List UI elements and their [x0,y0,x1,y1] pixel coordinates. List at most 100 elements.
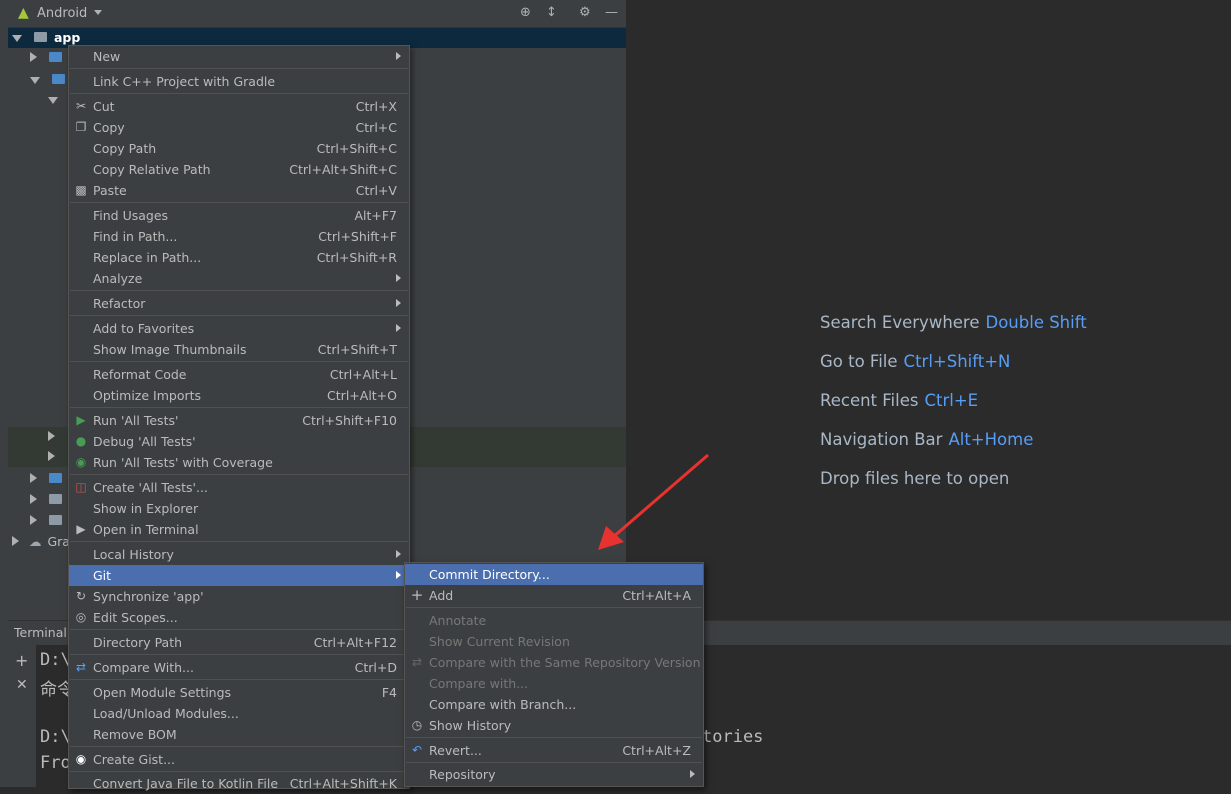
menu-separator [70,629,408,630]
menu-shortcut: Ctrl+Shift+T [317,342,397,357]
menu-shortcut: Ctrl+C [355,120,397,135]
menu-item-label: Run 'All Tests' [93,413,179,428]
expand-arrow-icon[interactable] [30,77,40,84]
expand-arrow-icon[interactable] [30,515,37,525]
menu-item-replace-in-path[interactable]: Replace in Path... Ctrl+Shift+R [69,247,409,268]
menu-item-create-all-tests[interactable]: ◫ Create 'All Tests'... [69,477,409,498]
menu-item-convert-to-kotlin[interactable]: Convert Java File to Kotlin File Ctrl+Alt… [69,773,409,794]
tree-node-label: app [53,30,81,45]
menu-item-git[interactable]: Git [69,565,409,586]
minimize-icon[interactable]: — [605,5,618,20]
menu-item-create-gist[interactable]: ◉ Create Gist... [69,749,409,770]
submenu-arrow-icon [396,571,401,579]
expand-arrow-icon[interactable] [30,52,37,62]
menu-item-cut[interactable]: ✂ Cut Ctrl+X [69,96,409,117]
tree-node[interactable] [48,447,55,467]
copy-icon: ❐ [75,120,87,134]
menu-item-copy[interactable]: ❐ Copy Ctrl+C [69,117,409,138]
menu-separator [70,541,408,542]
menu-item-reformat-code[interactable]: Reformat Code Ctrl+Alt+L [69,364,409,385]
locate-icon[interactable]: ⊕ [520,5,531,20]
chevron-down-icon[interactable] [94,10,102,15]
menu-item-run-all-tests[interactable]: ▶ Run 'All Tests' Ctrl+Shift+F10 [69,410,409,431]
menu-item-run-with-coverage[interactable]: ◉ Run 'All Tests' with Coverage [69,452,409,473]
expand-arrow-icon[interactable] [12,35,22,42]
menu-item-edit-scopes[interactable]: ◎ Edit Scopes... [69,607,409,628]
expand-arrow-icon[interactable] [30,494,37,504]
terminal-title[interactable]: Terminal [14,625,67,640]
menu-item-add-to-favorites[interactable]: Add to Favorites [69,318,409,339]
new-session-icon[interactable]: + [15,651,28,670]
terminal-icon: ▶ [76,522,86,536]
menu-item-load-unload-modules[interactable]: Load/Unload Modules... [69,703,409,724]
expand-arrow-icon[interactable] [48,431,55,441]
menu-item-show-history[interactable]: ◷ Show History [405,715,703,736]
tree-node-label: Gra [47,534,70,549]
menu-item-label: Find Usages [93,208,169,223]
scope-icon: ◎ [75,610,87,624]
menu-item-label: Synchronize 'app' [93,589,204,604]
compare-icon: ⇄ [75,660,87,674]
menu-item-refactor[interactable]: Refactor [69,293,409,314]
menu-item-label: Add [429,588,454,603]
tree-node-gradle[interactable]: ☁ Gra [12,532,70,552]
expand-arrow-icon[interactable] [30,473,37,483]
menu-item-find-in-path[interactable]: Find in Path... Ctrl+Shift+F [69,226,409,247]
menu-item-analyze[interactable]: Analyze [69,268,409,289]
menu-item-copy-path[interactable]: Copy Path Ctrl+Shift+C [69,138,409,159]
expand-arrow-icon[interactable] [48,97,58,104]
menu-item-debug-all-tests[interactable]: ● Debug 'All Tests' [69,431,409,452]
close-session-icon[interactable]: ✕ [16,677,28,693]
menu-item-label: Paste [93,183,127,198]
menu-item-copy-relative-path[interactable]: Copy Relative Path Ctrl+Alt+Shift+C [69,159,409,180]
menu-item-paste[interactable]: ▩ Paste Ctrl+V [69,180,409,201]
menu-item-label: New [93,49,121,64]
menu-separator [70,290,408,291]
compare-icon: ⇄ [411,655,423,669]
menu-shortcut: Ctrl+Alt+Z [622,743,691,758]
tip-shortcut: Ctrl+E [924,391,979,410]
menu-item-add[interactable]: + Add Ctrl+Alt+A [405,585,703,606]
menu-item-remove-bom[interactable]: Remove BOM [69,724,409,745]
menu-item-compare-with[interactable]: ⇄ Compare With... Ctrl+D [69,657,409,678]
menu-item-local-history[interactable]: Local History [69,544,409,565]
menu-item-link-cpp[interactable]: Link C++ Project with Gradle [69,71,409,92]
expand-arrow-icon[interactable] [12,536,19,546]
menu-item-open-in-terminal[interactable]: ▶ Open in Terminal [69,519,409,540]
create-test-icon: ◫ [75,480,87,494]
menu-separator [70,746,408,747]
tip-text: Go to File [820,352,898,371]
menu-item-label: Link C++ Project with Gradle [93,74,276,89]
menu-item-repository[interactable]: Repository [405,764,703,785]
expand-arrow-icon[interactable] [48,451,55,461]
view-selector[interactable]: Android [37,6,87,21]
menu-item-revert[interactable]: ↶ Revert... Ctrl+Alt+Z [405,740,703,761]
tip-drop-files: Drop files here to open [820,469,1009,488]
menu-item-label: Create Gist... [93,752,176,767]
tip-go-to-file: Go to File Ctrl+Shift+N [820,352,1010,371]
menu-shortcut: Ctrl+Alt+A [622,588,691,603]
menu-separator [406,607,702,608]
menu-shortcut: Ctrl+Shift+F10 [302,413,397,428]
collapse-icon[interactable]: ↕ [546,5,557,20]
menu-item-label: Directory Path [93,635,183,650]
menu-separator [70,361,408,362]
menu-item-label: Reformat Code [93,367,187,382]
menu-item-find-usages[interactable]: Find Usages Alt+F7 [69,205,409,226]
menu-item-new[interactable]: New [69,46,409,67]
sync-icon: ↻ [75,589,87,603]
annotation-arrow-icon [598,453,709,550]
menu-item-label: Optimize Imports [93,388,202,403]
menu-item-show-image-thumbnails[interactable]: Show Image Thumbnails Ctrl+Shift+T [69,339,409,360]
tree-node[interactable] [48,90,58,110]
scissors-icon: ✂ [75,99,87,113]
menu-item-directory-path[interactable]: Directory Path Ctrl+Alt+F12 [69,632,409,653]
menu-item-synchronize[interactable]: ↻ Synchronize 'app' [69,586,409,607]
menu-item-open-module-settings[interactable]: Open Module Settings F4 [69,682,409,703]
menu-item-compare-with-branch[interactable]: Compare with Branch... [405,694,703,715]
gear-icon[interactable]: ⚙ [579,5,591,20]
menu-item-optimize-imports[interactable]: Optimize Imports Ctrl+Alt+O [69,385,409,406]
tree-node[interactable] [48,427,55,447]
menu-item-commit-directory[interactable]: Commit Directory... [405,564,703,585]
menu-item-show-in-explorer[interactable]: Show in Explorer [69,498,409,519]
